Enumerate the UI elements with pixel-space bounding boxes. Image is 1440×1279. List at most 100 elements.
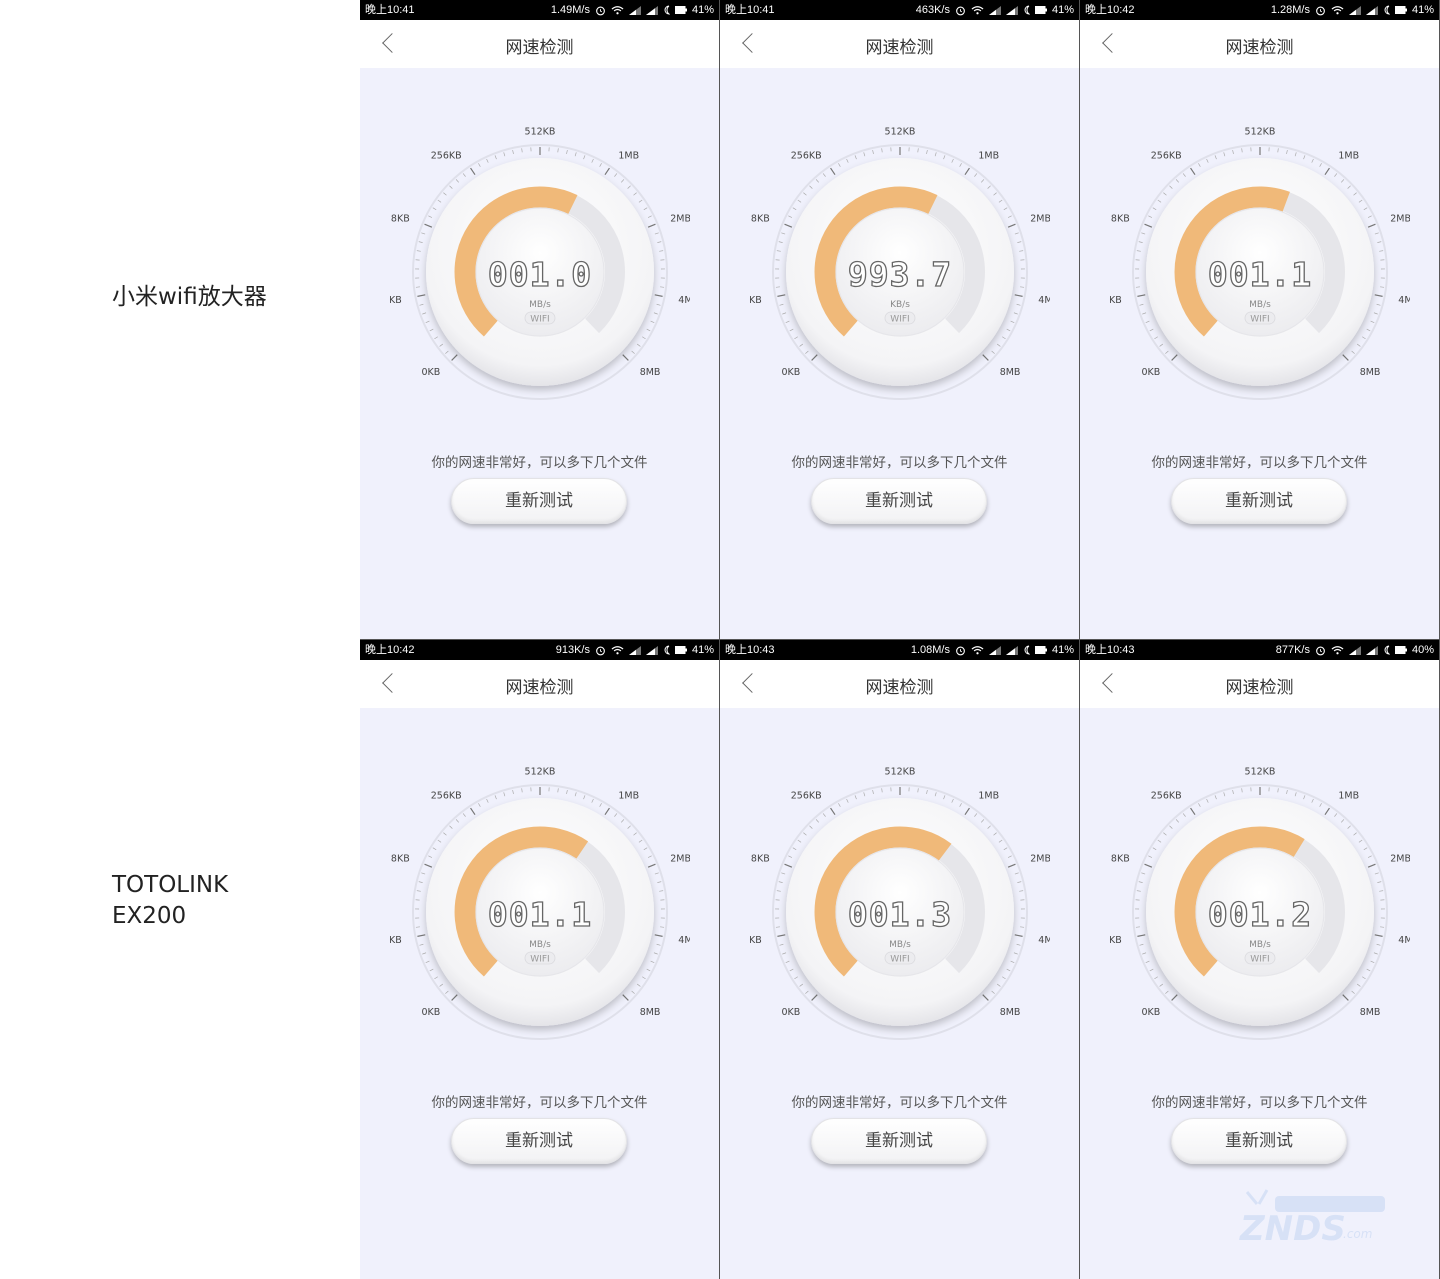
minor-tick [437, 839, 442, 843]
major-tick [784, 223, 793, 228]
minor-tick [443, 192, 447, 196]
scale-label: 1MB [1338, 790, 1359, 801]
major-tick [964, 807, 970, 816]
scale-label: 2MB [1030, 854, 1050, 865]
signal-icon [1365, 645, 1378, 655]
scale-label: 1MB [618, 150, 639, 161]
minor-tick [1232, 789, 1234, 795]
moon-icon [1384, 5, 1390, 15]
minor-tick [1141, 872, 1146, 875]
major-tick [622, 994, 629, 1001]
major-tick [1144, 223, 1153, 228]
speed-gauge: 0KB 64KB 128KB 256KB 512KB 1MB 2MB 4MB 8MB 001.2 M… [1110, 767, 1410, 1040]
minor-tick [1294, 152, 1297, 157]
status-right: 1.28M/s 41% [1271, 0, 1434, 20]
moon-icon [664, 5, 670, 15]
conn-type-label: WIFI [890, 955, 909, 965]
major-tick [777, 294, 786, 297]
minor-tick [657, 881, 662, 883]
minor-tick [1159, 343, 1164, 347]
major-tick [451, 994, 458, 1001]
speed-reading: 001.0 [488, 255, 592, 294]
minor-tick [1356, 983, 1361, 987]
result-message: 你的网速非常好，可以多下几个文件 [791, 1095, 1008, 1111]
retest-button[interactable]: 重新测试 [811, 1118, 987, 1164]
moon-icon [1024, 5, 1030, 15]
conn-type-label: WIFI [890, 315, 909, 325]
minor-tick [583, 155, 586, 160]
major-tick [964, 167, 970, 176]
status-net-speed: 1.08M/s [910, 644, 950, 656]
alarm-icon [1316, 646, 1325, 655]
minor-tick [425, 320, 430, 323]
minor-tick [643, 847, 648, 851]
scale-label: 1MB [618, 790, 639, 801]
minor-tick [1149, 968, 1154, 972]
status-bar: 晚上10:43 1.08M/s 41% [720, 640, 1079, 660]
scale-label: 1MB [1338, 150, 1359, 161]
minor-tick [1223, 152, 1226, 157]
major-tick [982, 354, 989, 361]
nav-bar: 网速检测 [1080, 20, 1439, 68]
alarm-icon [596, 6, 605, 15]
result-message: 你的网速非常好，可以多下几个文件 [431, 1095, 648, 1111]
scale-label: 256KB [791, 150, 822, 161]
wifi-icon [611, 6, 624, 15]
minor-tick [872, 149, 874, 155]
svg-text:ZNDS: ZNDS [1239, 1209, 1346, 1249]
retest-button[interactable]: 重新测试 [1171, 1118, 1347, 1164]
retest-button[interactable]: 重新测试 [451, 478, 627, 524]
speed-unit: MB/s [529, 940, 551, 950]
scale-label: 1MB [978, 150, 999, 161]
minor-tick [998, 199, 1003, 203]
minor-tick [854, 155, 857, 160]
signal-icon [1348, 5, 1361, 15]
minor-tick [785, 960, 790, 963]
signal-icon [1348, 645, 1361, 655]
minor-tick [421, 872, 426, 875]
major-tick [811, 354, 818, 361]
signal-icon [628, 5, 641, 15]
minor-tick [1175, 819, 1180, 823]
major-tick [647, 863, 656, 868]
retest-button[interactable]: 重新测试 [1171, 478, 1347, 524]
scale-label: 512KB [885, 127, 916, 138]
minor-tick [1154, 336, 1158, 340]
scale-label: 4MB [1398, 935, 1410, 946]
minor-tick [478, 803, 481, 807]
minor-tick [934, 792, 937, 797]
speed-unit: MB/s [889, 940, 911, 950]
minor-tick [1016, 943, 1021, 946]
minor-tick [1376, 303, 1381, 306]
minor-tick [809, 825, 813, 829]
minor-tick [1157, 839, 1162, 843]
minor-tick [974, 813, 978, 817]
retest-button[interactable]: 重新测试 [811, 478, 987, 524]
minor-tick [803, 832, 807, 836]
minor-tick [1362, 976, 1366, 980]
minor-tick [1374, 872, 1379, 875]
minor-tick [416, 890, 421, 892]
major-tick [424, 863, 433, 868]
scale-label: 2MB [1390, 214, 1410, 225]
scale-label: 4MB [1038, 295, 1050, 306]
retest-button[interactable]: 重新测试 [451, 1118, 627, 1164]
minor-tick [797, 839, 802, 843]
major-tick [1144, 863, 1153, 868]
minor-tick [1148, 215, 1153, 218]
minor-tick [521, 148, 523, 153]
minor-tick [1136, 890, 1141, 892]
minor-tick [1214, 155, 1217, 160]
minor-tick [1340, 179, 1345, 183]
major-tick [417, 294, 426, 297]
page-title: 网速检测 [865, 678, 934, 698]
signal-icon [645, 645, 658, 655]
minor-tick [779, 303, 784, 306]
minor-tick [863, 792, 866, 797]
speed-reading: 993.7 [848, 255, 952, 294]
minor-tick [614, 173, 618, 177]
scale-label: 64KB [1110, 295, 1122, 306]
minor-tick [1241, 148, 1243, 153]
minor-tick [776, 890, 781, 892]
minor-tick [449, 825, 453, 829]
